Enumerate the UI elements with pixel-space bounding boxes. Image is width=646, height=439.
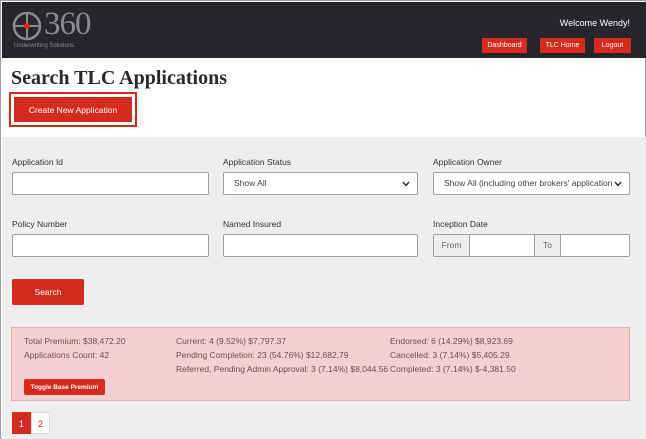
app-window: 360 Underwriting Solutions Welcome Wendy… — [0, 0, 646, 439]
company-logo[interactable]: 360 Underwriting Solutions — [12, 6, 122, 54]
chevron-down-icon — [402, 181, 410, 187]
inception-date-from-input[interactable] — [471, 235, 533, 256]
chevron-down-icon — [613, 179, 623, 189]
application-status-value: Show All — [234, 178, 267, 188]
application-stats: Total Premium: $38,472.20 Applications C… — [11, 327, 630, 401]
application-owner-value: Show All (including other brokers' appli… — [444, 178, 613, 188]
stat-referred: Referred, Pending Admin Approval: 3 (7.1… — [176, 364, 389, 374]
application-id-input[interactable] — [12, 172, 209, 195]
create-new-application-button[interactable]: Create New Application — [14, 97, 132, 122]
page-1-link[interactable]: 1 — [12, 412, 31, 434]
page-title: Search TLC Applications — [11, 67, 227, 89]
named-insured-input[interactable] — [223, 234, 418, 257]
from-addon: From — [434, 235, 470, 256]
search-button[interactable]: Search — [12, 279, 84, 305]
inception-date-label: Inception Date — [433, 219, 488, 229]
stat-pending-completion: Pending Completion: 23 (54.76%) $12,682.… — [176, 350, 349, 360]
inception-date-to-input[interactable] — [562, 235, 629, 256]
dashboard-button[interactable]: Dashboard — [482, 38, 527, 53]
policy-number-input[interactable] — [12, 234, 209, 257]
create-button-highlight: Create New Application — [9, 92, 137, 127]
top-header: 360 Underwriting Solutions Welcome Wendy… — [2, 2, 646, 58]
application-status-label: Application Status — [223, 157, 292, 167]
application-owner-select[interactable]: Show All (including other brokers' appli… — [433, 172, 630, 195]
applications-count: Applications Count: 42 — [24, 350, 110, 360]
to-addon: To — [534, 235, 561, 256]
tlc-home-button[interactable]: TLC Home — [540, 38, 585, 53]
stat-current: Current: 4 (9.52%) $7,797.37 — [176, 336, 287, 346]
application-id-label: Application Id — [12, 157, 64, 167]
logo-text: 360 — [44, 6, 91, 42]
application-status-select[interactable]: Show All — [223, 172, 418, 195]
stat-endorsed: Endorsed: 6 (14.29%) $8,923.69 — [390, 336, 513, 346]
logo-subtitle: Underwriting Solutions — [14, 43, 75, 49]
stat-completed: Completed: 3 (7.14%) $-4,381.50 — [390, 364, 516, 374]
inception-date-range: From To — [433, 234, 630, 257]
welcome-message: Welcome Wendy! — [559, 18, 630, 28]
page-2-link[interactable]: 2 — [31, 412, 50, 434]
logout-button[interactable]: Logout — [594, 38, 631, 53]
total-premium: Total Premium: $38,472.20 — [24, 336, 126, 346]
named-insured-label: Named Insured — [223, 219, 282, 229]
policy-number-label: Policy Number — [12, 219, 68, 229]
crosshair-logo-icon — [12, 11, 42, 41]
stat-cancelled: Cancelled: 3 (7.14%) $5,405.29 — [390, 350, 510, 360]
application-owner-label: Application Owner — [433, 157, 502, 167]
toggle-base-premium-button[interactable]: Toggle Base Premium — [24, 379, 105, 395]
